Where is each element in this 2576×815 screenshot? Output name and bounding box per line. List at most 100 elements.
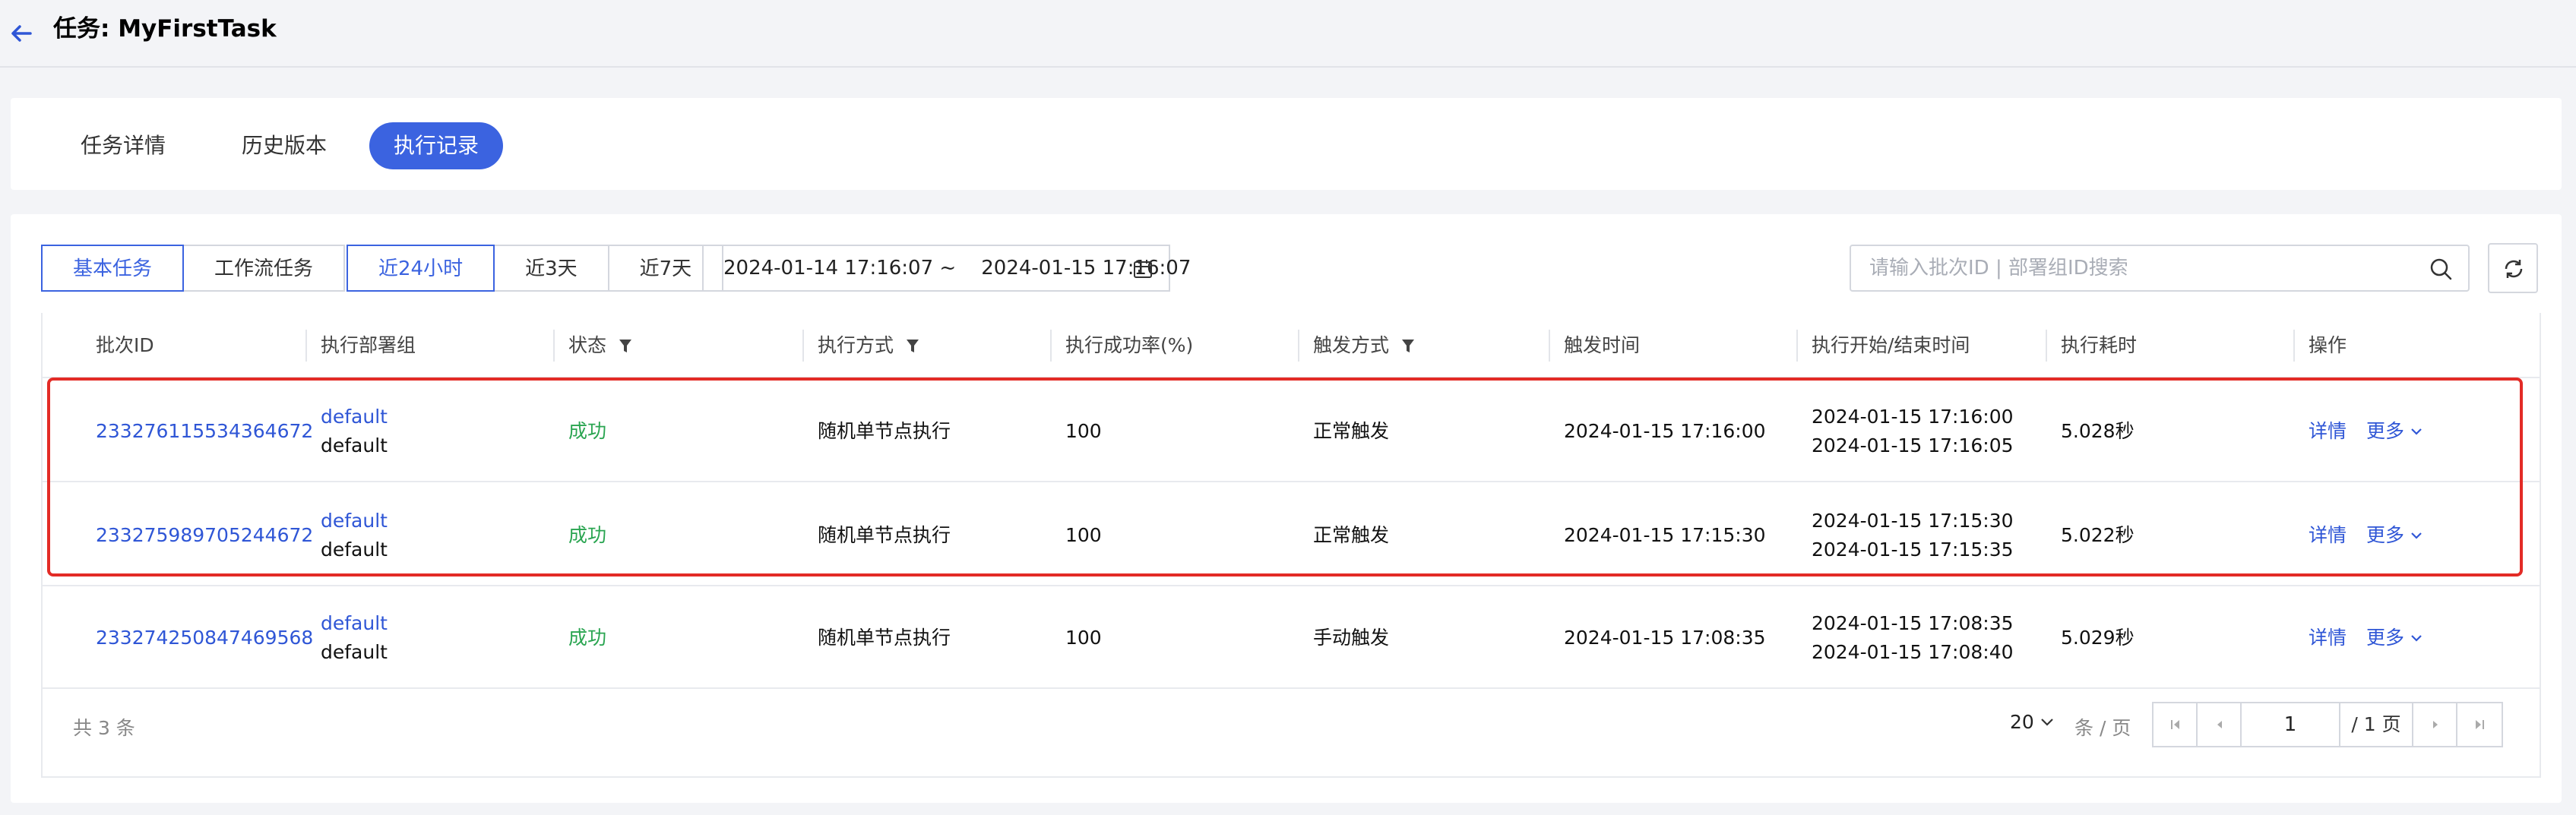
column-success-rate: 执行成功率(%) [1050, 313, 1193, 378]
refresh-icon [2505, 260, 2523, 278]
search-box [1850, 245, 2470, 292]
more-label: 更多 [2366, 626, 2405, 649]
last-page-button[interactable] [2457, 703, 2502, 746]
duration-text: 5.022秒 [2061, 523, 2135, 546]
last-24h-button[interactable]: 近24小时 [347, 245, 495, 292]
more-dropdown[interactable]: 更多 [2366, 521, 2423, 550]
batch-id-link[interactable]: 233275989705244672 [96, 521, 313, 550]
deploy-group-link[interactable]: default [321, 507, 388, 535]
refresh-button[interactable] [2488, 243, 2538, 293]
last-page-icon [2476, 720, 2484, 729]
deploy-group-link[interactable]: default [321, 609, 388, 638]
chevron-down-icon [2411, 634, 2422, 642]
more-dropdown[interactable]: 更多 [2366, 624, 2423, 652]
back-arrow-icon[interactable] [6, 18, 36, 49]
page-header: 任务: MyFirstTask [0, 0, 2576, 68]
exec-mode-text: 随机单节点执行 [818, 523, 951, 546]
trigger-mode-text: 手动触发 [1313, 626, 1390, 649]
batch-id-link[interactable]: 233276115534364672 [96, 417, 313, 446]
page-size-select[interactable]: 20 [2010, 711, 2054, 733]
tab-execution-records[interactable]: 执行记录 [369, 122, 504, 169]
basic-task-button[interactable]: 基本任务 [41, 245, 185, 292]
deploy-group-name: default [321, 434, 388, 456]
end-time-text: 2024-01-15 17:15:35 [1812, 538, 2014, 561]
date-range-picker[interactable]: 2024-01-14 17:16:07 ~ 2024-01-15 17:16:0… [702, 245, 1191, 292]
exec-mode-text: 随机单节点执行 [818, 419, 951, 442]
detail-link[interactable]: 详情 [2309, 521, 2347, 550]
table-row: 233274250847469568 default default 成功 随机单… [43, 586, 2540, 689]
batch-id-link[interactable]: 233274250847469568 [96, 624, 313, 652]
task-type-toggle: 基本任务 工作流任务 [41, 245, 346, 292]
status-text: 成功 [568, 523, 607, 546]
success-rate-text: 100 [1065, 626, 1102, 649]
prev-page-icon [2217, 721, 2222, 728]
page-total: / 1 页 [2340, 703, 2413, 746]
chevron-down-icon [2411, 532, 2422, 539]
trigger-time-text: 2024-01-15 17:15:30 [1564, 523, 1766, 546]
column-trigger-mode: 触发方式 [1298, 313, 1415, 378]
total-count: 共 3 条 [73, 717, 135, 739]
table-row: 233275989705244672 default default 成功 随机单… [43, 484, 2540, 586]
exec-mode-text: 随机单节点执行 [818, 626, 951, 649]
more-dropdown[interactable]: 更多 [2366, 417, 2423, 446]
chevron-down-icon [2411, 428, 2422, 435]
chevron-down-icon [2041, 718, 2053, 726]
column-deploy-group: 执行部署组 [305, 313, 416, 378]
search-input[interactable] [1869, 247, 2401, 289]
table-row: 233276115534364672 default default 成功 随机单… [43, 380, 2540, 482]
execution-records-panel: 基本任务 工作流任务 近24小时 近3天 近7天 2024-01-14 17:1… [11, 214, 2562, 803]
detail-link[interactable]: 详情 [2309, 417, 2347, 446]
success-rate-text: 100 [1065, 523, 1102, 546]
page-size-value: 20 [2010, 711, 2034, 733]
column-exec-mode: 执行方式 [802, 313, 919, 378]
tab-bar: 任务详情 历史版本 执行记录 [11, 98, 2562, 190]
end-time-text: 2024-01-15 17:16:05 [1812, 434, 2014, 456]
deploy-group-name: default [321, 640, 388, 663]
filter-icon[interactable] [619, 338, 632, 355]
first-page-icon [2171, 720, 2179, 729]
filter-icon[interactable] [1401, 338, 1415, 355]
tab-history-versions[interactable]: 历史版本 [217, 122, 351, 169]
filter-icon[interactable] [906, 338, 919, 355]
next-page-button[interactable] [2413, 703, 2457, 746]
deploy-group-link[interactable]: default [321, 403, 388, 431]
more-label: 更多 [2366, 523, 2405, 546]
start-time-text: 2024-01-15 17:15:30 [1812, 509, 2014, 532]
end-time-text: 2024-01-15 17:08:40 [1812, 640, 2014, 663]
column-status: 状态 [553, 313, 632, 378]
success-rate-text: 100 [1065, 419, 1102, 442]
tab-task-detail[interactable]: 任务详情 [56, 122, 190, 169]
page-size-unit: 条 / 页 [2074, 717, 2131, 739]
more-label: 更多 [2366, 419, 2405, 442]
start-time-text: 2024-01-15 17:08:35 [1812, 611, 2014, 634]
page-title: 任务: MyFirstTask [53, 15, 277, 43]
column-start-end-time: 执行开始/结束时间 [1796, 313, 1970, 378]
trigger-mode-text: 正常触发 [1313, 523, 1390, 546]
table-header: 批次ID 执行部署组 状态 执行方式 执行成功率(%) 触发方式 触发时间 执行… [43, 313, 2540, 378]
status-text: 成功 [568, 419, 607, 442]
duration-text: 5.028秒 [2061, 419, 2135, 442]
next-page-icon [2433, 721, 2438, 728]
trigger-mode-text: 正常触发 [1313, 419, 1390, 442]
search-icon[interactable] [2429, 257, 2453, 281]
first-page-button[interactable] [2154, 703, 2198, 746]
pagination: / 1 页 [2152, 702, 2503, 747]
trigger-time-text: 2024-01-15 17:08:35 [1564, 626, 1766, 649]
duration-text: 5.029秒 [2061, 626, 2135, 649]
column-batch-id: 批次ID [96, 334, 154, 356]
column-duration: 执行耗时 [2046, 313, 2137, 378]
column-actions: 操作 [2293, 313, 2347, 378]
time-range-toggle: 近24小时 近3天 近7天 [347, 245, 724, 292]
workflow-task-button[interactable]: 工作流任务 [182, 245, 346, 292]
deploy-group-name: default [321, 538, 388, 561]
detail-link[interactable]: 详情 [2309, 624, 2347, 652]
date-range-text: 2024-01-14 17:16:07 ~ 2024-01-15 17:16:0… [723, 257, 1191, 280]
last-3d-button[interactable]: 近3天 [493, 245, 609, 292]
calendar-icon [1134, 260, 1152, 278]
prev-page-button[interactable] [2198, 703, 2242, 746]
trigger-time-text: 2024-01-15 17:16:00 [1564, 419, 1766, 442]
page-number-input[interactable] [2242, 703, 2340, 746]
status-text: 成功 [568, 626, 607, 649]
start-time-text: 2024-01-15 17:16:00 [1812, 405, 2014, 428]
column-trigger-time: 触发时间 [1549, 313, 1640, 378]
